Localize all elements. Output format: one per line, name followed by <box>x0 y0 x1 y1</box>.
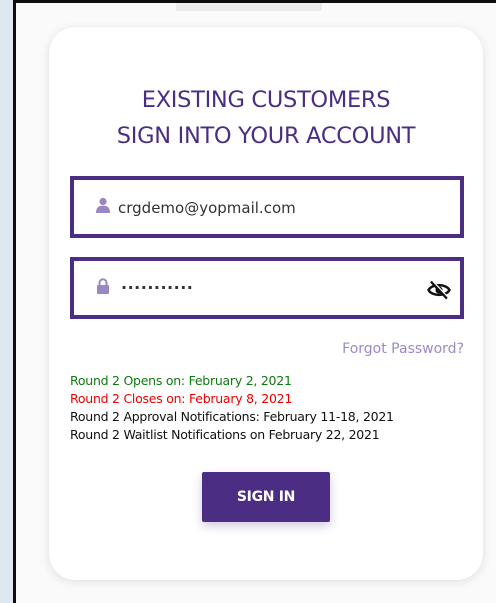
password-field[interactable]: ........... <box>70 257 464 319</box>
top-tab-strip <box>176 3 322 11</box>
login-heading: EXISTING CUSTOMERS SIGN INTO YOUR ACCOUN… <box>0 82 496 154</box>
email-field[interactable]: crgdemo@yopmail.com <box>70 176 464 238</box>
sign-in-button[interactable]: SIGN IN <box>202 472 330 522</box>
waitlist-notice: Round 2 Waitlist Notifications on Februa… <box>70 427 380 442</box>
password-value[interactable]: ........... <box>121 274 193 293</box>
approval-notice: Round 2 Approval Notifications: February… <box>70 409 394 424</box>
lock-icon <box>97 278 109 294</box>
heading-line-2: SIGN INTO YOUR ACCOUNT <box>116 123 416 149</box>
round-opens-notice: Round 2 Opens on: February 2, 2021 <box>70 373 292 388</box>
forgot-password-link[interactable]: Forgot Password? <box>342 341 464 357</box>
round-closes-notice: Round 2 Closes on: February 8, 2021 <box>70 391 293 406</box>
eye-slash-icon[interactable] <box>427 280 451 300</box>
email-value[interactable]: crgdemo@yopmail.com <box>118 199 296 217</box>
heading-line-1: EXISTING CUSTOMERS <box>141 87 391 113</box>
user-icon <box>96 197 110 213</box>
